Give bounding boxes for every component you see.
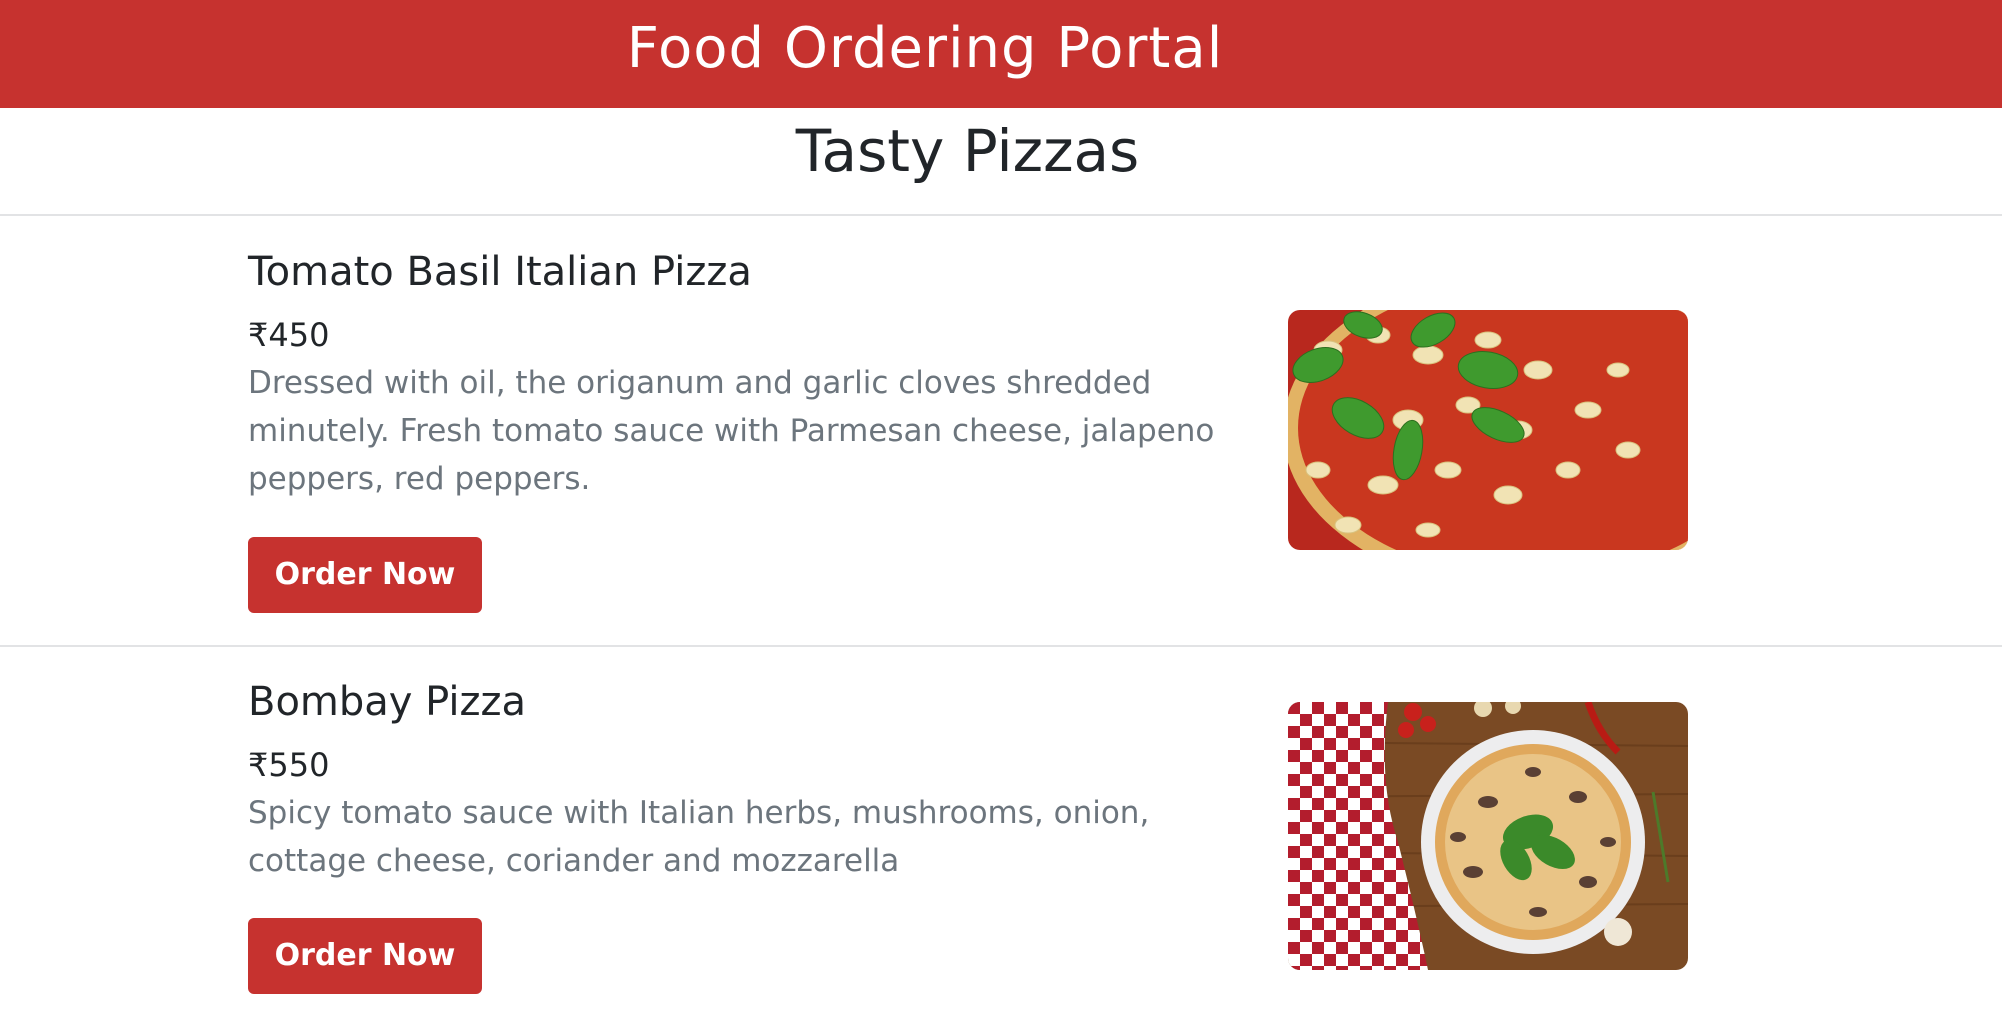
item-price: ₹450	[248, 316, 330, 354]
item-price: ₹550	[248, 746, 330, 784]
bombay-pizza-image	[1288, 702, 1688, 970]
divider	[0, 214, 2002, 216]
tomato-basil-pizza-image	[1288, 310, 1688, 550]
item-name: Tomato Basil Italian Pizza	[248, 249, 752, 295]
order-now-button[interactable]: Order Now	[248, 537, 482, 613]
order-now-button[interactable]: Order Now	[248, 918, 482, 994]
item-name: Bombay Pizza	[248, 679, 527, 725]
item-description: Dressed with oil, the origanum and garli…	[248, 365, 1215, 497]
top-header: Food Ordering Portal	[0, 0, 2002, 108]
portal-title: Food Ordering Portal	[626, 16, 1224, 81]
section-title: Tasty Pizzas	[795, 117, 1140, 185]
divider	[0, 645, 2002, 647]
item-description: Spicy tomato sauce with Italian herbs, m…	[248, 795, 1150, 879]
